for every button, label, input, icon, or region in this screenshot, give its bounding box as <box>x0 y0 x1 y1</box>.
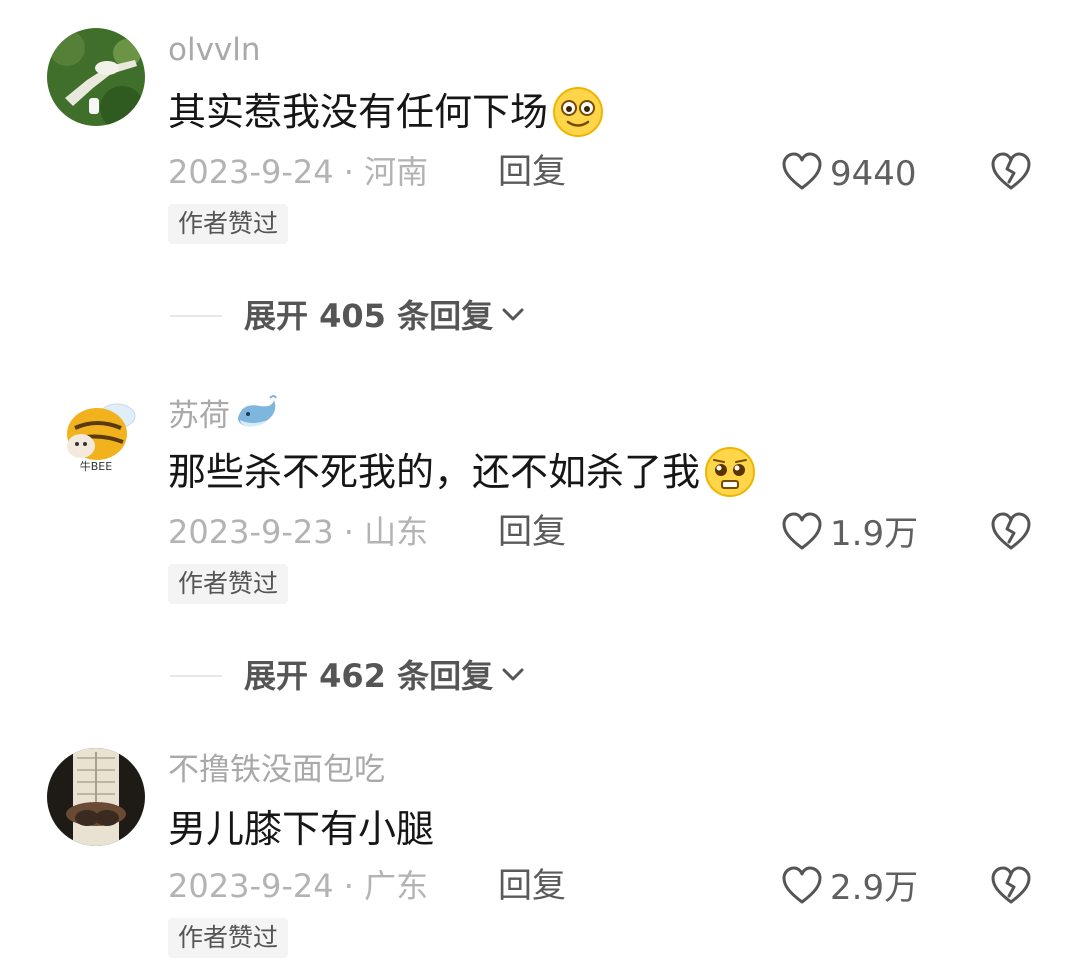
comment-text-content: 其实惹我没有任何下场 <box>168 90 549 134</box>
heart-outline-icon <box>780 864 824 912</box>
username-text: olvvln <box>168 32 261 68</box>
comment-meta: 2023-9-23 · 山东 <box>168 513 429 551</box>
like-button[interactable]: 2.9万 <box>780 864 918 912</box>
comment-text: 男儿膝下有小腿 <box>168 806 434 852</box>
comment-item: 不撸铁没面包吃 男儿膝下有小腿 2023-9-24 · 广东 回复 2.9万 作… <box>0 720 1080 974</box>
like-button[interactable]: 1.9万 <box>780 510 918 558</box>
expand-replies-label: 展开 462 条回复 <box>244 657 494 695</box>
comment-item: olvvln 其实惹我没有任何下场 2023-9-24 · 河南 回复 9440 <box>0 0 1080 360</box>
reply-button[interactable]: 回复 <box>498 152 566 192</box>
whale-icon <box>234 392 280 440</box>
like-button[interactable]: 9440 <box>780 150 917 198</box>
broken-heart-icon <box>988 152 1034 198</box>
username-text: 苏荷 <box>168 398 230 434</box>
reply-button[interactable]: 回复 <box>498 866 566 906</box>
comment-text: 其实惹我没有任何下场 <box>168 86 604 138</box>
comment-meta: 2023-9-24 · 河南 <box>168 153 429 191</box>
comment-username[interactable]: 不撸铁没面包吃 <box>168 752 385 788</box>
expand-replies-button[interactable]: 展开 405 条回复 <box>170 296 527 336</box>
like-count: 9440 <box>830 154 917 194</box>
avatar[interactable] <box>47 748 145 846</box>
broken-heart-icon <box>988 866 1034 912</box>
heart-outline-icon <box>780 150 824 198</box>
comment-item: 牛BEE 苏荷 那些杀不死我的，还不如杀了我 2023-9-23 · 山东 回复… <box>0 360 1080 720</box>
comment-text-content: 男儿膝下有小腿 <box>168 807 435 851</box>
avatar-label: 牛BEE <box>80 459 112 473</box>
author-liked-badge: 作者赞过 <box>168 918 289 958</box>
comment-username[interactable]: olvvln <box>168 32 261 68</box>
avatar[interactable] <box>47 28 145 126</box>
author-liked-badge: 作者赞过 <box>168 564 289 604</box>
smiling-face-emoji-icon <box>552 86 604 138</box>
dislike-button[interactable] <box>988 510 1034 558</box>
dislike-button[interactable] <box>988 150 1034 198</box>
author-liked-badge: 作者赞过 <box>168 204 289 244</box>
expand-replies-label: 展开 405 条回复 <box>244 297 494 335</box>
avatar[interactable]: 牛BEE <box>47 388 145 486</box>
pleading-face-emoji-icon <box>704 446 756 498</box>
reply-button[interactable]: 回复 <box>498 512 566 552</box>
like-count: 2.9万 <box>830 868 919 908</box>
divider <box>170 675 222 677</box>
broken-heart-icon <box>988 512 1034 558</box>
comment-text: 那些杀不死我的，还不如杀了我 <box>168 446 756 498</box>
divider <box>170 315 222 317</box>
comment-username[interactable]: 苏荷 <box>168 392 280 440</box>
expand-replies-button[interactable]: 展开 462 条回复 <box>170 656 527 696</box>
heart-outline-icon <box>780 510 824 558</box>
chevron-down-icon <box>499 300 527 332</box>
chevron-down-icon <box>499 660 527 692</box>
like-count: 1.9万 <box>830 514 919 554</box>
username-text: 不撸铁没面包吃 <box>168 752 385 788</box>
comment-text-content: 那些杀不死我的，还不如杀了我 <box>168 450 701 494</box>
comment-meta: 2023-9-24 · 广东 <box>168 867 429 905</box>
dislike-button[interactable] <box>988 864 1034 912</box>
